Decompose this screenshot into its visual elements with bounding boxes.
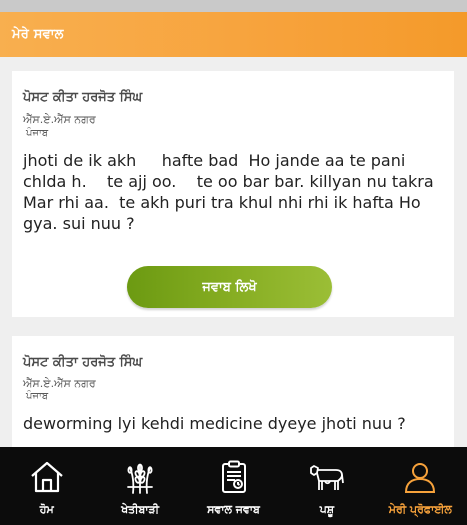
nav-label: ਮੇਰੀ ਪ੍ਰੋਫਾਈਲ	[388, 503, 452, 516]
village-label: ਐੱਸ.ਏ.ਐੱਸ ਨਗਰ	[23, 377, 96, 390]
posted-by: ਪੋਸਟ ਕੀਤਾ ਹਰਜੋਤ ਸਿੰਘ	[23, 355, 143, 370]
question-card: ਪੋਸਟ ਕੀਤਾ ਹਰਜੋਤ ਸਿੰਘ ਐੱਸ.ਏ.ਐੱਸ ਨਗਰ ਪੰਜਾਬ…	[12, 71, 454, 317]
nav-item-profile[interactable]: ਮੇਰੀ ਪ੍ਰੋਫਾਈਲ	[374, 447, 467, 525]
posted-by: ਪੋਸਟ ਕੀਤਾ ਹਰਜੋਤ ਸਿੰਘ	[23, 90, 143, 105]
home-icon	[28, 459, 66, 495]
app-header: ਮੇਰੇ ਸਵਾਲ	[0, 12, 467, 57]
status-bar	[0, 0, 467, 12]
nav-label: ਸਵਾਲ ਜਵਾਬ	[207, 503, 260, 516]
nav-label: ਪਸ਼ੂ	[319, 503, 335, 516]
state-label: ਪੰਜਾਬ	[26, 391, 49, 402]
nav-item-animals[interactable]: ਪਸ਼ੂ	[280, 447, 373, 525]
nav-item-home[interactable]: ਹੋਮ	[0, 447, 93, 525]
question-text: jhoti de ik akh hafte bad Ho jande aa te…	[23, 151, 439, 233]
profile-icon	[401, 459, 439, 495]
page-title: ਮੇਰੇ ਸਵਾਲ	[12, 27, 64, 42]
cow-icon	[308, 459, 346, 495]
question-card: ਪੋਸਟ ਕੀਤਾ ਹਰਜੋਤ ਸਿੰਘ ਐੱਸ.ਏ.ਐੱਸ ਨਗਰ ਪੰਜਾਬ…	[12, 336, 454, 451]
nav-item-questions[interactable]: ਸਵਾਲ ਜਵਾਬ	[187, 447, 280, 525]
clipboard-icon	[215, 459, 253, 495]
nav-item-agriculture[interactable]: ਖੇਤੀਬਾੜੀ	[93, 447, 186, 525]
write-answer-button[interactable]: ਜਵਾਬ ਲਿਖੋ	[127, 266, 332, 308]
nav-label: ਹੋਮ	[39, 503, 54, 516]
bottom-navigation: ਹੋਮ ਖੇਤੀਬਾੜੀ ਸਵਾਲ ਜਵਾਬ ਪਸ਼ੂ ਮੇਰੀ ਪ੍ਰੋਫਾਈ…	[0, 447, 467, 525]
question-text: deworming lyi kehdi medicine dyeye jhoti…	[23, 414, 406, 433]
state-label: ਪੰਜਾਬ	[26, 128, 49, 139]
village-label: ਐੱਸ.ਏ.ਐੱਸ ਨਗਰ	[23, 113, 96, 126]
nav-label: ਖੇਤੀਬਾੜੀ	[121, 503, 160, 516]
wheat-icon	[121, 459, 159, 495]
